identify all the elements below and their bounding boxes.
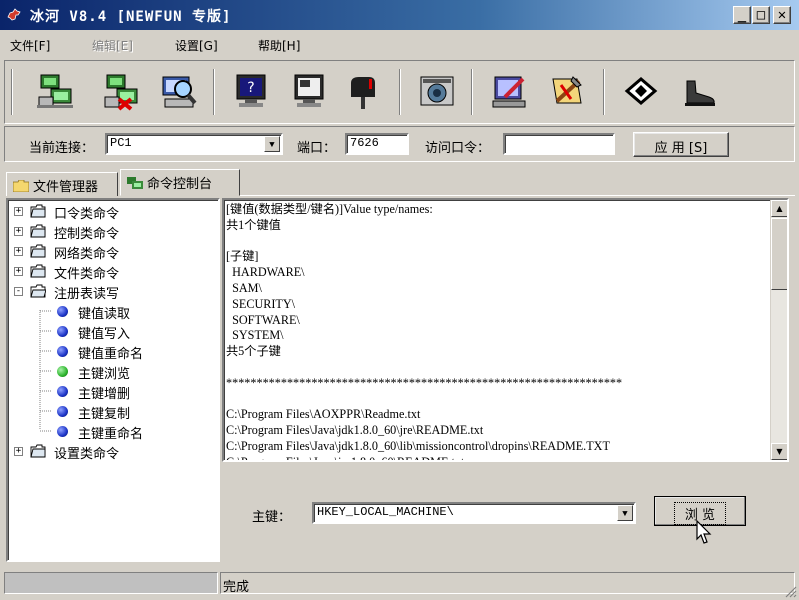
scrollbar-thumb[interactable] (771, 218, 787, 290)
folder-icon (13, 180, 29, 192)
key-label: 主键： (252, 510, 292, 525)
tab-command-console[interactable]: 命令控制台 (120, 169, 240, 196)
blue-dot-icon (57, 426, 68, 437)
chevron-down-icon[interactable]: ▼ (617, 505, 633, 521)
toolbar-separator (213, 69, 215, 115)
expand-icon[interactable]: + (14, 447, 23, 456)
key-value: HKEY_LOCAL_MACHINE\ (317, 505, 454, 519)
open-folder-icon (30, 284, 46, 298)
current-connection-label: 当前连接： (29, 141, 95, 156)
mailbox-icon[interactable] (343, 71, 383, 111)
tree-item-password-commands[interactable]: + 口令类命令 (8, 202, 218, 222)
key-combo[interactable]: HKEY_LOCAL_MACHINE\ ▼ (312, 502, 636, 524)
folder-icon (30, 264, 46, 278)
search-host-icon[interactable] (159, 71, 199, 111)
horse-app-icon (7, 8, 21, 21)
window-title: 冰河 V8.4 [NEWFUN 专版] (30, 9, 232, 25)
expand-icon[interactable]: + (14, 267, 23, 276)
blue-dot-icon (57, 386, 68, 397)
apply-button[interactable]: 应 用 [S] (633, 132, 729, 157)
tree-item-copy-key[interactable]: 主键复制 (8, 402, 218, 422)
tree-item-settings-commands[interactable]: + 设置类命令 (8, 442, 218, 462)
tree-item-rename-value[interactable]: 键值重命名 (8, 342, 218, 362)
tree-item-browse-key[interactable]: 主键浏览 (8, 362, 218, 382)
menu-settings[interactable]: 设置[G] (175, 37, 218, 54)
connection-bar: 当前连接： PC1 ▼ 端口： 7626 访问口令： 应 用 [S] (4, 126, 795, 162)
tab-strip-line (240, 195, 795, 196)
toolbar: ? (4, 60, 795, 124)
scroll-down-icon[interactable]: ▼ (771, 443, 787, 460)
expand-icon[interactable]: + (14, 247, 23, 256)
browse-panel: 主键： HKEY_LOCAL_MACHINE\ ▼ 浏 览 (222, 464, 789, 562)
green-dot-icon (57, 366, 68, 377)
folder-icon (30, 444, 46, 458)
mouse-cursor-icon (696, 520, 712, 544)
folder-icon (30, 244, 46, 258)
blue-dot-icon (57, 406, 68, 417)
expand-icon[interactable]: + (14, 207, 23, 216)
port-label: 端口： (297, 141, 337, 156)
menu-edit[interactable]: 编辑[E] (92, 37, 133, 54)
menu-help[interactable]: 帮助[H] (258, 37, 300, 54)
chevron-down-icon[interactable]: ▼ (264, 136, 280, 152)
blue-dot-icon (57, 346, 68, 357)
tab-file-manager[interactable]: 文件管理器 (6, 172, 118, 196)
tree-item-read-value[interactable]: 键值读取 (8, 302, 218, 322)
scroll-up-icon[interactable]: ▲ (771, 200, 787, 217)
port-input[interactable]: 7626 (345, 133, 409, 155)
status-progress (4, 572, 218, 594)
blue-dot-icon (57, 306, 68, 317)
screen-control-icon[interactable] (289, 71, 329, 111)
menu-bar: 文件[F] 编辑[E] 设置[G] 帮助[H] (0, 34, 799, 54)
resize-grip-icon[interactable] (785, 586, 797, 598)
exit-shoe-icon[interactable] (679, 71, 719, 111)
folder-icon (30, 204, 46, 218)
tree-item-file-commands[interactable]: + 文件类命令 (8, 262, 218, 282)
close-button[interactable]: ✕ (773, 6, 791, 24)
collapse-icon[interactable]: - (14, 287, 23, 296)
tree-item-network-commands[interactable]: + 网络类命令 (8, 242, 218, 262)
remove-host-icon[interactable] (101, 71, 141, 111)
blue-dot-icon (57, 326, 68, 337)
toolbar-separator (399, 69, 401, 115)
expand-icon[interactable]: + (14, 227, 23, 236)
tree-item-write-value[interactable]: 键值写入 (8, 322, 218, 342)
toolbar-separator (603, 69, 605, 115)
vertical-scrollbar[interactable]: ▲ ▼ (770, 200, 787, 460)
status-text: 完成 (220, 572, 795, 595)
command-tree[interactable]: + 口令类命令 + 控制类命令 + 网络类命令 + 文件类命令 - 注册表读写 … (6, 198, 220, 562)
output-text: [键值(数据类型/键名)]Value type/names: 共1个键值 [子键… (226, 202, 623, 462)
title-bar[interactable]: 冰河 V8.4 [NEWFUN 专版] _ □ ✕ (0, 0, 799, 30)
tree-item-add-delete-key[interactable]: 主键增删 (8, 382, 218, 402)
maximize-button[interactable]: □ (752, 6, 770, 24)
camera-icon[interactable] (417, 71, 457, 111)
output-textarea[interactable]: [键值(数据类型/键名)]Value type/names: 共1个键值 [子键… (222, 198, 789, 462)
tree-item-registry[interactable]: - 注册表读写 (8, 282, 218, 302)
current-connection-value: PC1 (110, 136, 132, 150)
tree-item-control-commands[interactable]: + 控制类命令 (8, 222, 218, 242)
add-host-icon[interactable] (35, 71, 75, 111)
minimize-button[interactable]: _ (733, 6, 751, 24)
toolbar-separator (471, 69, 473, 115)
unknown-screen-icon[interactable]: ? (231, 71, 271, 111)
tree-item-rename-key[interactable]: 主键重命名 (8, 422, 218, 442)
console-icon (127, 177, 143, 189)
svg-text:?: ? (247, 80, 254, 96)
menu-file[interactable]: 文件[F] (10, 37, 50, 54)
status-bar: 完成 (0, 568, 799, 600)
config-icon[interactable] (489, 71, 529, 111)
password-input[interactable] (503, 133, 615, 155)
folder-icon (30, 224, 46, 238)
password-label: 访问口令： (425, 141, 491, 156)
home-icon[interactable] (621, 71, 661, 111)
toolbar-separator (11, 69, 13, 115)
tools-icon[interactable] (547, 71, 587, 111)
current-connection-combo[interactable]: PC1 ▼ (105, 133, 283, 155)
